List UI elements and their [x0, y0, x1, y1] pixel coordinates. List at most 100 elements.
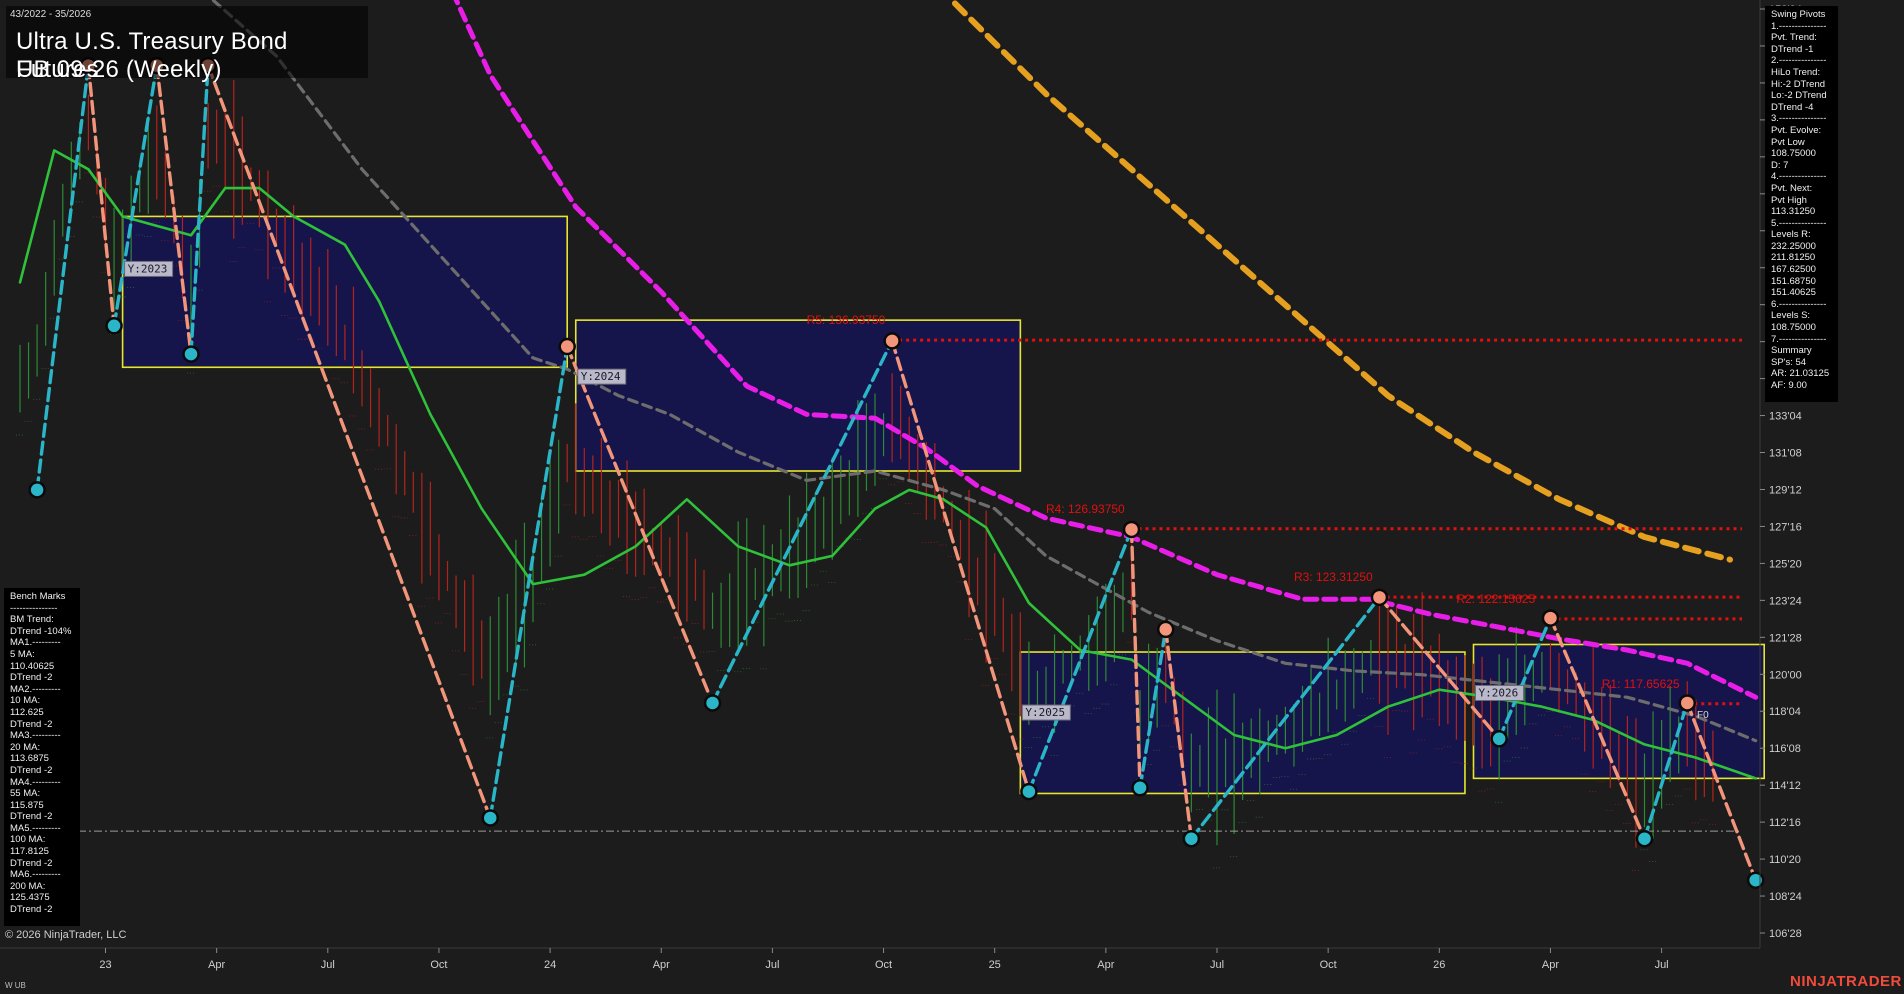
price-tick-label: 123'24	[1769, 595, 1802, 607]
ninjatrader-logo: NINJATRADER	[1790, 973, 1902, 990]
swing-line	[35, 63, 91, 492]
swing_panel-line: 1.---------------	[1771, 20, 1827, 32]
price-tick-label: 127'16	[1769, 521, 1802, 533]
bench_panel-line: 200 MA:	[10, 880, 46, 892]
resistance-label: R5: 136.93750	[807, 313, 886, 327]
swing-high-marker	[1541, 609, 1560, 627]
price-chart[interactable]: R5: 136.93750 R4: 126.93750 R3: 123.31250 R…	[0, 0, 1904, 994]
swing_panel-line: Pvt Low	[1771, 136, 1805, 148]
swing-low-marker	[481, 809, 499, 827]
swing-low-marker	[1746, 871, 1765, 889]
price-tick-label: 106'28	[1769, 928, 1802, 940]
bench_panel-line: Bench Marks	[10, 591, 66, 602]
year-label: Y:2025	[1025, 706, 1065, 719]
date-range: 43/2022 - 35/2026	[10, 9, 92, 20]
year-label: Y:2023	[128, 262, 168, 275]
bench_panel-line: MA2.---------	[10, 683, 61, 695]
bench_panel-line: MA1.---------	[10, 637, 61, 649]
time-tick-label: Jul	[1655, 959, 1669, 971]
time-tick-label: Oct	[1320, 959, 1337, 971]
bench_panel-line: ---------------	[10, 602, 58, 614]
swing_panel-line: 108.75000	[1771, 148, 1816, 160]
swing_panel-line: HiLo Trend:	[1771, 66, 1821, 78]
time-tick-label: 25	[989, 959, 1001, 971]
bench_panel-line: MA3.---------	[10, 730, 61, 742]
swing_panel-line: 6.---------------	[1771, 298, 1827, 310]
bench_panel-line: 125.4375	[10, 892, 50, 904]
bench_panel-line: 113.6875	[10, 753, 49, 765]
time-tick-label: 23	[99, 959, 111, 971]
time-tick-label: Apr	[1097, 959, 1114, 971]
swing_panel-line: 151.40625	[1771, 287, 1816, 299]
swing-pivots-panel: Swing Pivots 1.--------------- Pvt. Trend:…	[1765, 6, 1838, 402]
swing_panel-line: AR: 21.03125	[1771, 368, 1830, 380]
bench_panel-line: 100 MA:	[10, 834, 46, 846]
resistance-label: R3: 123.31250	[1294, 570, 1373, 584]
bench_panel-line: 20 MA:	[10, 741, 41, 753]
bench_panel-line: MA6.---------	[10, 869, 61, 881]
time-tick-label: Apr	[1542, 959, 1559, 971]
bench_panel-line: DTrend -2	[10, 718, 53, 730]
price-tick-label: 129'12	[1769, 484, 1802, 496]
bench-marks-panel: Bench Marks --------------- BM Trend: DTren…	[4, 588, 80, 926]
bench_panel-line: 117.8125	[10, 846, 49, 858]
price-tick-label: 118'04	[1769, 706, 1801, 718]
time-tick-label: Oct	[430, 959, 447, 971]
time-axis[interactable]: 23 Apr Jul Oct 24 Apr Jul Oct 25 Apr Jul Oct 26 Apr Ju…	[0, 947, 1760, 971]
bench_panel-line: 55 MA:	[10, 788, 41, 800]
price-tick-label: 121'28	[1769, 632, 1802, 644]
swing_panel-line: Pvt High	[1771, 194, 1807, 206]
time-tick-label: Apr	[208, 959, 225, 971]
resistance-label: R1: 117.65625	[1602, 677, 1680, 691]
swing_panel-line: 232.25000	[1771, 240, 1816, 252]
swing-low-marker	[1131, 779, 1149, 797]
swing_panel-line: 151.68750	[1771, 275, 1816, 287]
bench_panel-line: DTrend -2	[10, 672, 53, 684]
swing-line	[488, 344, 569, 820]
swing_panel-line: 5.---------------	[1771, 217, 1827, 229]
bench_panel-line: DTrend -2	[10, 811, 53, 823]
price-tick-label: 116'08	[1769, 743, 1801, 755]
time-tick-label: 26	[1433, 959, 1445, 971]
bench_panel-line: DTrend -2	[10, 857, 53, 869]
swing_panel-line: D: 7	[1771, 159, 1789, 171]
swing-low-marker	[182, 345, 200, 363]
time-tick-label: Jul	[1210, 959, 1224, 971]
ma-orange-line	[947, 0, 1733, 563]
swing-low-marker	[1182, 829, 1201, 848]
year-box	[574, 319, 1022, 472]
resistance-label: R2: 122.15625	[1456, 592, 1535, 606]
swing_panel-line: 7.---------------	[1771, 333, 1827, 345]
price-tick-label: 131'08	[1769, 448, 1802, 460]
swing_panel-line: Summary	[1771, 345, 1812, 357]
bench_panel-line: 10 MA:	[10, 695, 41, 707]
swing_panel-line: AF: 9.00	[1771, 380, 1807, 391]
year-label: Y:2024	[581, 370, 621, 383]
swing_panel-line: 167.62500	[1771, 264, 1816, 276]
f0-label: F0	[1697, 710, 1709, 721]
bench_panel-line: MA4.---------	[10, 776, 61, 788]
swing-high-marker	[1370, 588, 1389, 607]
bench_panel-line: 112.625	[10, 706, 44, 718]
resistance-label: R4: 126.93750	[1046, 502, 1125, 516]
price-tick-label: 112'16	[1769, 817, 1801, 829]
swing-low-marker	[1635, 829, 1654, 848]
swing-low-marker	[1490, 730, 1508, 748]
swing_panel-line: 211.81250	[1771, 252, 1816, 264]
swing-line	[206, 63, 492, 820]
swing_panel-line: Pvt. Trend:	[1771, 32, 1817, 44]
swing_panel-line: Pvt. Evolve:	[1771, 124, 1822, 136]
swing-high-marker	[1678, 694, 1696, 712]
time-tick-label: Oct	[875, 959, 892, 971]
copyright-text: © 2026 NinjaTrader, LLC	[5, 929, 127, 941]
bench_panel-line: DTrend -104%	[10, 625, 72, 637]
swing_panel-line: DTrend -1	[1771, 43, 1814, 55]
swing_panel-line: Levels S:	[1771, 310, 1811, 322]
swing_panel-line: Swing Pivots	[1771, 9, 1826, 20]
swing_panel-line: 4.---------------	[1771, 171, 1827, 183]
price-tick-label: 114'12	[1769, 780, 1801, 792]
swing_panel-line: 113.31250	[1771, 206, 1816, 218]
time-tick-label: Apr	[653, 959, 670, 971]
symbol-tag: W UB	[5, 981, 26, 990]
swing_panel-line: SP's: 54	[1771, 356, 1807, 368]
